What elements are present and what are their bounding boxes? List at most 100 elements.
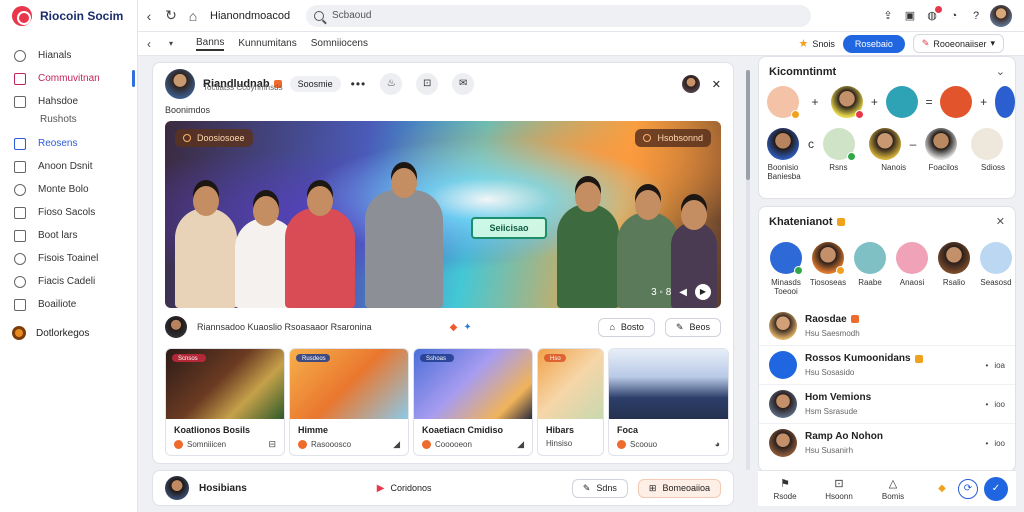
settings-icon[interactable]: ⟳ (958, 478, 978, 499)
avatar-bubble[interactable] (925, 128, 957, 160)
friend-item[interactable]: Minasds Toeooi (767, 242, 805, 296)
user-avatar[interactable] (990, 4, 1012, 27)
help-icon[interactable]: ? (968, 8, 984, 24)
dock-item-2[interactable]: △ Bomis (866, 477, 920, 501)
chevron-down-icon[interactable]: ▾ (160, 39, 182, 48)
sidebar-item-7[interactable]: Boot lars (0, 224, 137, 247)
list-item[interactable]: Raosdae Hsu Saesmodh (759, 306, 1015, 345)
filter-select[interactable]: ✎ Rooeonaiiser ▾ (912, 34, 1004, 53)
viewer-avatar[interactable] (681, 75, 700, 93)
avatar-bubble[interactable] (940, 86, 973, 118)
sidebar-item-4[interactable]: Anoon Dsnit (0, 155, 137, 178)
comment-icon[interactable]: ◢ (517, 439, 524, 450)
avatar-bubble[interactable] (823, 128, 856, 161)
search-input[interactable]: Scbaoud (306, 4, 811, 27)
notification-icon[interactable]: ◍ (924, 5, 942, 24)
hero-chip-left[interactable]: Doosiosoee (175, 129, 253, 147)
back-icon[interactable]: ‹ (138, 37, 160, 51)
avatar-bubble[interactable] (767, 128, 799, 160)
comment-icon[interactable]: ◕ (715, 439, 720, 449)
dock-item-1[interactable]: ⊡ Hsoonn (812, 477, 866, 501)
sidebar-subitem[interactable]: Rushots (0, 111, 137, 128)
sidebar-item-2[interactable]: Hahsdoe (0, 90, 137, 113)
thumbnail-card[interactable]: Hso Hibars Hinsiso (537, 348, 604, 456)
friend-item[interactable]: Anaosi (893, 242, 931, 296)
sidebar-item-1[interactable]: Commuvitnan (0, 67, 137, 90)
back-icon[interactable]: ‹ (138, 8, 160, 24)
chat-icon[interactable]: ◆ (932, 479, 952, 499)
list-item[interactable]: Ramp Ao Nohon Hsu Susanirh • ioo (759, 423, 1015, 462)
sidebar-group[interactable]: Dotlorkegos (0, 326, 137, 340)
sidebar-item-9[interactable]: Fiacis Cadeli (0, 270, 137, 293)
play-icon: ▶ (376, 482, 385, 494)
bag-icon[interactable]: ⊡ (416, 73, 439, 95)
post2-name[interactable]: Hosibians (199, 483, 247, 494)
action-button-1[interactable]: ⌂ Bosto (598, 317, 655, 337)
follow-chip[interactable]: Soosmie (289, 76, 341, 92)
link-icon[interactable]: ✦ (463, 322, 471, 333)
feed-scrollbar[interactable] (746, 70, 750, 470)
primary-button[interactable]: Rosebaio (842, 34, 905, 53)
more-icon[interactable]: ••• (351, 77, 367, 91)
action-button-2[interactable]: ✎ Beos (664, 317, 721, 337)
messenger-icon[interactable]: ✉ (452, 73, 475, 95)
bell-icon[interactable]: ◔ (946, 8, 962, 24)
fire-icon[interactable]: ♨ (380, 73, 403, 95)
close-icon[interactable]: ✕ (996, 215, 1005, 228)
post2-avatar[interactable] (165, 476, 189, 500)
friend-item[interactable]: Seasosd (977, 242, 1015, 296)
sidebar-item-10[interactable]: Boailiote (0, 293, 137, 316)
thumbnail-card[interactable]: Sshoas Koaetiacn Cmidiso Cooooeon ◢ (413, 348, 533, 456)
sidebar-item-3[interactable]: Reosens (0, 132, 137, 155)
tab-2[interactable]: Somniiocens (311, 38, 368, 49)
sidebar-item-8[interactable]: Fisois Toainel (0, 247, 137, 270)
right-panel-top-header: Kicomntinmt ⌄ (759, 57, 1015, 79)
friend-item[interactable]: Raabe (851, 242, 889, 296)
equals-icon: = (925, 95, 933, 109)
tab-0[interactable]: Banns (196, 37, 225, 51)
snois-chip[interactable]: ★ Snois (798, 37, 834, 50)
thumbnail-card[interactable]: Rusdeos Himme Rasooosco ◢ (289, 348, 409, 456)
avatar-bubble[interactable] (869, 128, 901, 160)
chevron-down-icon[interactable]: ⌄ (996, 65, 1005, 78)
sidebar-item-0[interactable]: Hianals (0, 44, 137, 67)
post2-action-1[interactable]: ✎ Sdns (571, 478, 628, 498)
more-icon[interactable]: ✕ (712, 78, 721, 91)
list-item[interactable]: Hom Vemions Hsm Ssrasude • ioo (759, 384, 1015, 423)
hero-chip-right[interactable]: Hsobsonnd (635, 129, 711, 147)
list-sub: Hsu Sosasido (805, 368, 855, 377)
sidebar-item-5[interactable]: Monte Bolo (0, 178, 137, 201)
gamepad-icon[interactable]: ▣ (902, 8, 918, 24)
thumbnail-meta: Hinsiso (538, 435, 603, 448)
share-icon[interactable]: ⇪ (880, 8, 896, 24)
home-icon[interactable]: ⌂ (182, 8, 204, 24)
thumbnail-card[interactable]: Foca Scoouo ◕ (608, 348, 729, 456)
post2-link[interactable]: ▶ Coridonos (377, 483, 432, 494)
avatar-bubble[interactable] (885, 86, 918, 118)
avatar-bubble[interactable] (971, 128, 1003, 160)
dock-item-0[interactable]: ⚑ Rsode (758, 477, 812, 501)
tab-1[interactable]: Kunnumitans (238, 38, 296, 49)
brand[interactable]: Riocoin Socim (0, 0, 137, 32)
sidebar-item-6[interactable]: Fioso Sacols (0, 201, 137, 224)
post-hero-image[interactable]: Doosiosoee Hsobsonnd Seiicisao 3 ◦ 8 ◀ ▶ (165, 121, 721, 308)
post2-action-2[interactable]: ⊞ Bomeoaiioa (637, 478, 721, 498)
reload-icon[interactable]: ↻ (160, 7, 182, 24)
avatar-bubble[interactable] (767, 86, 800, 119)
post-author-avatar[interactable] (165, 69, 195, 99)
comment-icon[interactable]: ◢ (393, 439, 400, 450)
thumbnail-card[interactable]: Scnsos Koatlionos Bosils Somniiicen ⊟ (165, 348, 285, 456)
byline-avatar[interactable] (165, 316, 187, 338)
list-item[interactable]: Rossos Kumoonidans Hsu Sosasido • ioa (759, 345, 1015, 384)
avatar-bubble[interactable] (995, 86, 1015, 118)
play-icon[interactable]: ▶ (695, 284, 711, 300)
friend-item[interactable]: Rsalio (935, 242, 973, 296)
scrollbar-thumb[interactable] (746, 70, 750, 180)
volume-icon[interactable]: ◀ (679, 287, 687, 298)
compose-icon[interactable]: ✓ (984, 476, 1008, 501)
avatar-bubble[interactable] (831, 86, 865, 119)
list-sub: Hsm Ssrasude (805, 407, 858, 416)
friend-item[interactable]: Tiososeas (809, 242, 847, 296)
flame-icon[interactable]: ◆ (450, 322, 458, 333)
comment-icon[interactable]: ⊟ (268, 439, 276, 450)
